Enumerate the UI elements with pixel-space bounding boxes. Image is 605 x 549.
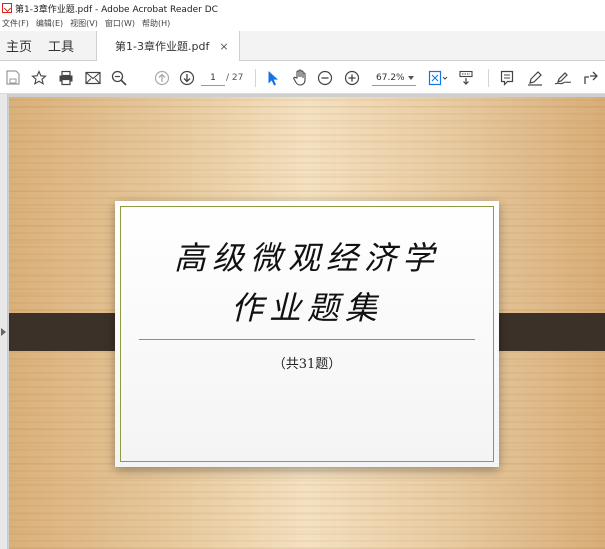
acrobat-icon [2, 3, 12, 13]
tab-tools[interactable]: 工具 [40, 31, 82, 60]
email-icon[interactable] [83, 61, 103, 94]
zoom-level-select[interactable]: 67.2% [372, 70, 416, 86]
decorative-band-right [484, 313, 605, 351]
bookmark-star-icon[interactable] [29, 61, 49, 94]
tab-document-label: 第1-3章作业题.pdf [115, 40, 210, 53]
comment-icon[interactable] [497, 61, 517, 94]
chevron-down-icon [408, 76, 414, 80]
sign-icon[interactable] [552, 61, 574, 94]
tab-document[interactable]: 第1-3章作业题.pdf × [96, 31, 240, 61]
zoom-out-icon[interactable] [315, 61, 335, 94]
fit-page-icon[interactable] [426, 61, 450, 94]
side-panel-toggle[interactable] [0, 94, 8, 549]
zoom-level-value: 67.2% [376, 73, 405, 83]
current-page-input[interactable]: 1 [201, 70, 225, 86]
print-icon[interactable] [56, 61, 76, 94]
document-title-line2: 作业题集 [230, 289, 383, 327]
toolbar-divider [488, 69, 489, 87]
document-title-line1: 高级微观经济学 [173, 239, 440, 277]
previous-page-icon[interactable] [152, 61, 172, 94]
document-subtitle: （共31题） [272, 357, 342, 372]
highlight-pen-icon[interactable] [524, 61, 546, 94]
menu-edit[interactable]: 编辑(E) [36, 18, 63, 29]
window-title: 第1-3章作业题.pdf - Adobe Acrobat Reader DC [15, 4, 218, 15]
menu-view[interactable]: 视图(V) [70, 18, 98, 29]
tab-bar: 主页 工具 第1-3章作业题.pdf × [0, 31, 605, 61]
hand-tool-icon[interactable] [289, 61, 311, 94]
menu-file[interactable]: 文件(F) [2, 18, 29, 29]
cover-card: 高级微观经济学 作业题集 （共31题） [115, 201, 499, 467]
pdf-page: 高级微观经济学 作业题集 （共31题） [9, 97, 605, 549]
title-divider [139, 339, 475, 340]
select-cursor-icon[interactable] [264, 61, 282, 94]
menu-bar: 文件(F) 编辑(E) 视图(V) 窗口(W) 帮助(H) [0, 16, 605, 31]
menu-window[interactable]: 窗口(W) [105, 18, 135, 29]
share-icon[interactable] [580, 61, 602, 94]
save-icon[interactable] [4, 61, 22, 94]
search-icon[interactable] [109, 61, 129, 94]
window-titlebar: 第1-3章作业题.pdf - Adobe Acrobat Reader DC [0, 0, 605, 16]
total-pages-label: / 27 [226, 73, 244, 83]
decorative-band-left [9, 313, 130, 351]
menu-help[interactable]: 帮助(H) [142, 18, 170, 29]
zoom-in-icon[interactable] [342, 61, 362, 94]
toolbar-divider [255, 69, 256, 87]
document-viewer[interactable]: 高级微观经济学 作业题集 （共31题） [0, 94, 605, 549]
tab-home[interactable]: 主页 [0, 31, 40, 60]
next-page-icon[interactable] [177, 61, 197, 94]
main-toolbar: 1 / 27 67.2% [0, 61, 605, 94]
scroll-mode-icon[interactable] [456, 61, 476, 94]
tab-close-button[interactable]: × [219, 40, 228, 53]
chevron-right-icon [1, 328, 6, 336]
